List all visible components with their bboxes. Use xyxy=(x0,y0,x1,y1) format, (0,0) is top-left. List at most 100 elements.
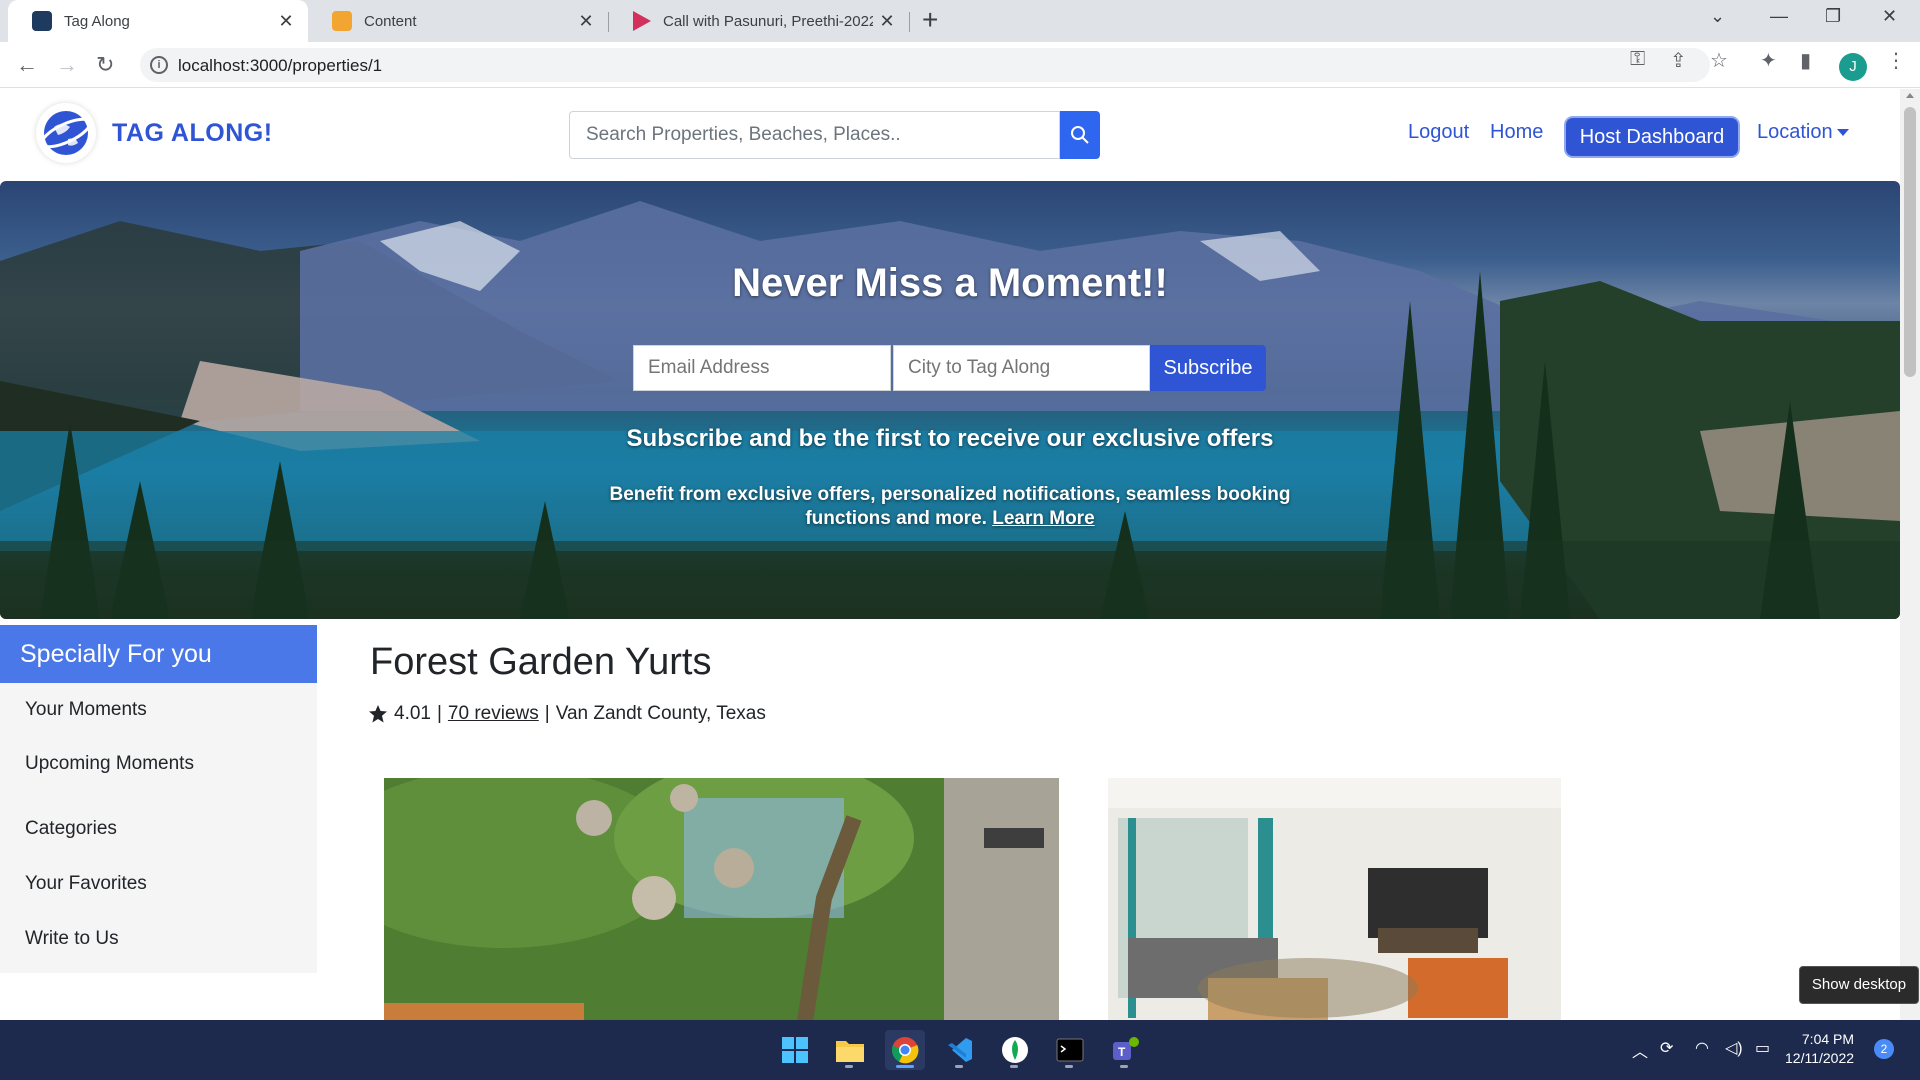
restore-icon[interactable]: ❐ xyxy=(1825,6,1841,27)
terminal-app[interactable] xyxy=(1050,1030,1090,1070)
hero-title: Never Miss a Moment!! xyxy=(732,261,1168,305)
volume-icon[interactable]: ◁) xyxy=(1725,1038,1743,1058)
running-indicator xyxy=(1065,1065,1073,1068)
profile-avatar[interactable]: J xyxy=(1839,53,1867,81)
property-title: Forest Garden Yurts xyxy=(370,641,712,683)
living-room-photo-image xyxy=(1108,778,1561,1020)
url-text[interactable]: localhost:3000/properties/1 xyxy=(178,56,382,76)
windows-start-icon xyxy=(782,1037,808,1063)
logout-link[interactable]: Logout xyxy=(1408,121,1469,144)
tab-separator xyxy=(909,12,910,32)
tab-search-icon[interactable]: ⌄ xyxy=(1710,6,1725,27)
sidebar-item-your-favorites[interactable]: Your Favorites xyxy=(25,873,147,895)
sidebar-item-write-to-us[interactable]: Write to Us xyxy=(25,928,119,950)
terminal-icon xyxy=(1056,1038,1084,1062)
chrome-app[interactable] xyxy=(885,1030,925,1070)
minimize-icon[interactable]: — xyxy=(1770,6,1788,27)
notification-badge[interactable]: 2 xyxy=(1874,1039,1894,1059)
password-key-icon[interactable]: ⚿ xyxy=(1630,48,1645,71)
new-tab-icon[interactable]: + xyxy=(922,4,938,36)
react-favicon-icon xyxy=(32,11,52,31)
close-window-icon[interactable]: ✕ xyxy=(1882,6,1897,27)
running-indicator xyxy=(1010,1065,1018,1068)
sidebar-item-your-moments[interactable]: Your Moments xyxy=(25,699,147,721)
host-dashboard-button[interactable]: Host Dashboard xyxy=(1566,118,1738,156)
hero-body: Benefit from exclusive offers, personali… xyxy=(600,483,1300,531)
leaf-icon xyxy=(1002,1037,1028,1063)
property-photo-garden[interactable] xyxy=(384,778,1059,1020)
logo-globe-icon[interactable] xyxy=(36,103,96,163)
tab-tag-along[interactable]: Tag Along ✕ xyxy=(8,0,308,42)
page-viewport: TAG ALONG! Logout Home Host Dashboard Lo… xyxy=(0,89,1900,1020)
battery-icon[interactable]: ▭ xyxy=(1755,1038,1770,1058)
location-dropdown[interactable]: Location xyxy=(1757,121,1849,144)
learn-more-link[interactable]: Learn More xyxy=(992,508,1094,529)
running-indicator xyxy=(955,1065,963,1068)
mongodb-compass-app[interactable] xyxy=(995,1030,1035,1070)
search-input[interactable] xyxy=(569,111,1060,159)
start-button[interactable] xyxy=(775,1030,815,1070)
close-tab-icon[interactable]: ✕ xyxy=(572,11,600,32)
clock-date: 12/11/2022 xyxy=(1785,1050,1855,1066)
browser-tab-strip: Tag Along ✕ Content ✕ Call with Pasunuri… xyxy=(0,0,1920,42)
share-icon[interactable]: ⇪ xyxy=(1670,48,1687,73)
star-icon xyxy=(369,705,387,723)
subscribe-button[interactable]: Subscribe xyxy=(1150,345,1266,391)
chrome-icon xyxy=(891,1037,919,1064)
search-button[interactable] xyxy=(1060,111,1100,159)
teams-app[interactable]: T xyxy=(1105,1030,1145,1070)
property-rating: 4.01 xyxy=(394,703,431,724)
tray-overflow-icon[interactable]: ︿ xyxy=(1632,1038,1648,1062)
tab-call[interactable]: Call with Pasunuri, Preethi-20221 ✕ xyxy=(609,0,909,42)
vscode-app[interactable] xyxy=(940,1030,980,1070)
scrollbar-thumb[interactable] xyxy=(1904,107,1916,377)
active-indicator xyxy=(896,1065,914,1068)
running-indicator xyxy=(1120,1065,1128,1068)
play-favicon-icon xyxy=(633,11,651,31)
svg-text:T: T xyxy=(1118,1045,1126,1059)
clock[interactable]: 7:04 PM 12/11/2022 xyxy=(1785,1030,1854,1068)
scroll-up-icon[interactable] xyxy=(1906,93,1914,98)
extensions-icon[interactable]: ✦ xyxy=(1760,48,1777,73)
site-navbar: TAG ALONG! Logout Home Host Dashboard Lo… xyxy=(0,89,1900,181)
edit-favicon-icon xyxy=(332,11,352,31)
hero-banner: Never Miss a Moment!! Subscribe Subscrib… xyxy=(0,181,1900,619)
menu-dots-icon[interactable]: ⋮ xyxy=(1886,48,1906,73)
page-scrollbar[interactable] xyxy=(1900,89,1920,1020)
reload-icon[interactable]: ↻ xyxy=(96,52,114,78)
lake-mountain-background xyxy=(0,201,1900,619)
email-field[interactable] xyxy=(633,345,891,391)
file-explorer-app[interactable] xyxy=(830,1030,870,1070)
property-meta: 4.01 | 70 reviews | Van Zandt County, Te… xyxy=(368,703,766,725)
teams-icon: T xyxy=(1113,1037,1139,1060)
tab-content[interactable]: Content ✕ xyxy=(308,0,608,42)
sidebar-item-categories[interactable]: Categories xyxy=(25,818,117,840)
close-tab-icon[interactable]: ✕ xyxy=(873,11,901,32)
sidebar-item-upcoming-moments[interactable]: Upcoming Moments xyxy=(25,753,194,775)
folder-icon xyxy=(836,1041,864,1062)
hero-subtitle: Subscribe and be the first to receive ou… xyxy=(626,425,1274,452)
running-indicator xyxy=(845,1065,853,1068)
caret-down-icon xyxy=(1836,129,1849,137)
close-tab-icon[interactable]: ✕ xyxy=(272,11,300,32)
site-info-icon[interactable]: i xyxy=(150,56,168,74)
home-link[interactable]: Home xyxy=(1490,121,1543,144)
sidebar: Specially For you Your Moments Upcoming … xyxy=(0,625,317,973)
side-panel-icon[interactable]: ▮ xyxy=(1800,48,1811,73)
browser-toolbar: ← → ↻ i localhost:3000/properties/1 ⚿ ⇪ … xyxy=(0,42,1920,88)
bookmark-star-icon[interactable]: ☆ xyxy=(1710,48,1728,73)
sidebar-heading: Specially For you xyxy=(0,625,317,683)
separator: | xyxy=(436,703,442,724)
back-icon[interactable]: ← xyxy=(16,52,38,78)
address-bar[interactable]: i localhost:3000/properties/1 xyxy=(140,48,1710,82)
tab-title: Content xyxy=(364,12,417,30)
property-photo-living-room[interactable] xyxy=(1108,778,1561,1020)
sync-icon[interactable]: ⟳ xyxy=(1660,1038,1673,1058)
property-location: Van Zandt County, Texas xyxy=(555,703,766,724)
forward-icon[interactable]: → xyxy=(56,52,78,78)
brand-name[interactable]: TAG ALONG! xyxy=(112,119,273,148)
wifi-icon[interactable]: ◠ xyxy=(1695,1038,1709,1058)
clock-time: 7:04 PM xyxy=(1801,1031,1855,1047)
city-field[interactable] xyxy=(893,345,1150,391)
reviews-link[interactable]: 70 reviews xyxy=(448,703,539,725)
